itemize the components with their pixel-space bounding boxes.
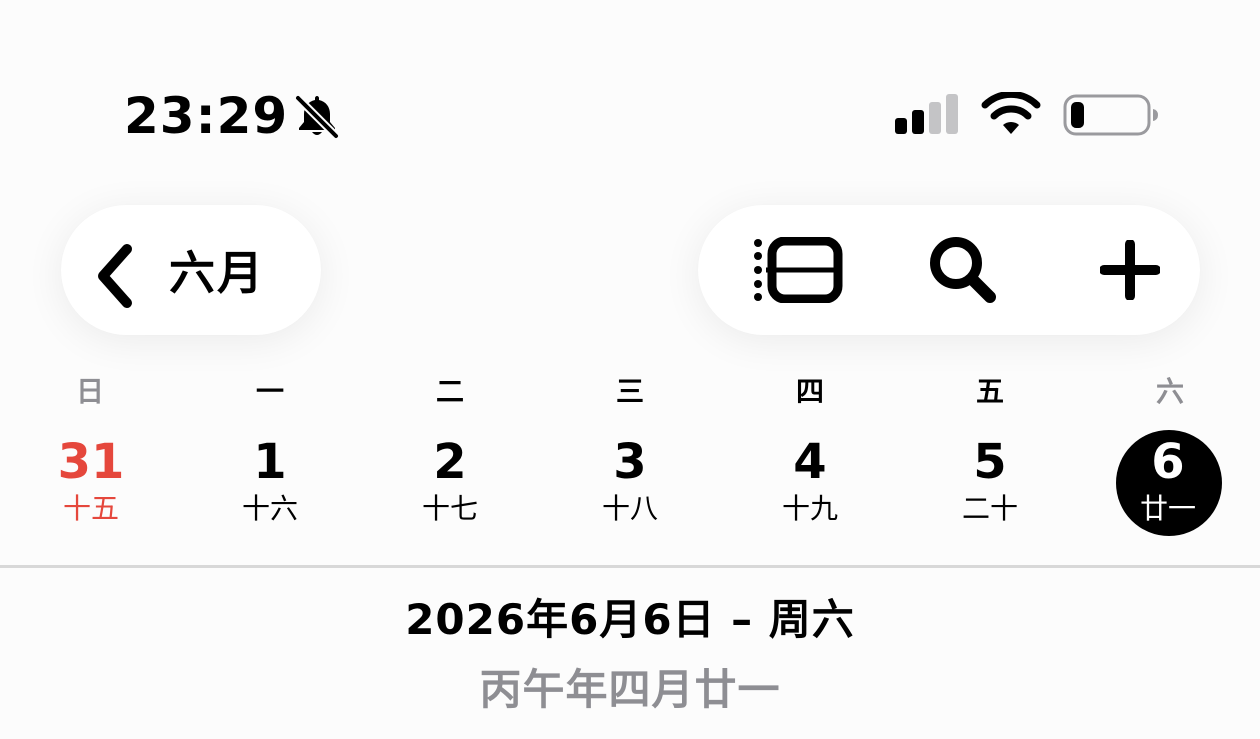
weekday-label: 四 (795, 375, 824, 408)
weekday-label: 日 (75, 375, 104, 408)
day-cell-selected[interactable]: 6 廿一 (1108, 428, 1228, 538)
day-lunar: 十五 (62, 492, 119, 525)
day-lunar: 十八 (601, 492, 658, 525)
weekday-label: 五 (975, 375, 1004, 408)
plus-icon (1100, 240, 1160, 300)
chevron-left-icon (98, 244, 132, 308)
selected-date-title: 2026年6月6日 – 周六 (405, 595, 855, 644)
day-cell[interactable]: 3 十八 (570, 428, 690, 538)
week-strip: 31 十五 1 十六 2 十七 3 十八 4 十九 5 二十 6 廿一 (0, 428, 1260, 538)
day-cell[interactable]: 1 十六 (210, 428, 330, 538)
day-number: 31 (57, 434, 125, 490)
wifi-icon (981, 92, 1041, 134)
day-cell[interactable]: 2 十七 (390, 428, 510, 538)
weekday-label: 二 (435, 375, 464, 408)
day-number: 1 (253, 434, 287, 490)
weekday-header: 日 一 二 三 四 五 六 (0, 370, 1260, 414)
weekday-label: 三 (615, 375, 644, 408)
day-number: 6 (1151, 434, 1185, 490)
battery-low-icon (1063, 94, 1158, 136)
day-lunar: 十六 (241, 492, 298, 525)
cellular-signal-icon (895, 94, 958, 134)
search-icon (930, 237, 996, 303)
day-lunar: 廿一 (1139, 492, 1196, 525)
weekday-label: 六 (1155, 375, 1184, 408)
day-cell[interactable]: 5 二十 (930, 428, 1050, 538)
add-event-button[interactable] (1060, 205, 1200, 335)
day-cell[interactable]: 4 十九 (750, 428, 870, 538)
back-button-label: 六月 (169, 246, 265, 300)
day-view-button[interactable] (728, 205, 868, 335)
selected-lunar-date: 丙午年四月廿一 (479, 665, 781, 714)
day-number: 2 (433, 434, 467, 490)
search-button[interactable] (893, 205, 1033, 335)
day-number: 5 (973, 434, 1007, 490)
weekday-label: 一 (255, 375, 284, 408)
day-lunar: 十九 (781, 492, 838, 525)
day-lunar: 十七 (421, 492, 478, 525)
day-number: 3 (613, 434, 647, 490)
back-to-month-button[interactable]: 六月 (61, 205, 321, 335)
day-cell[interactable]: 31 十五 (31, 428, 151, 538)
bell-slash-icon (294, 94, 340, 140)
day-lunar: 二十 (961, 492, 1018, 525)
day-number: 4 (793, 434, 827, 490)
toolbar (698, 205, 1200, 335)
day-view-icon (754, 237, 843, 303)
status-time: 23:29 (124, 87, 289, 145)
divider (0, 565, 1260, 568)
